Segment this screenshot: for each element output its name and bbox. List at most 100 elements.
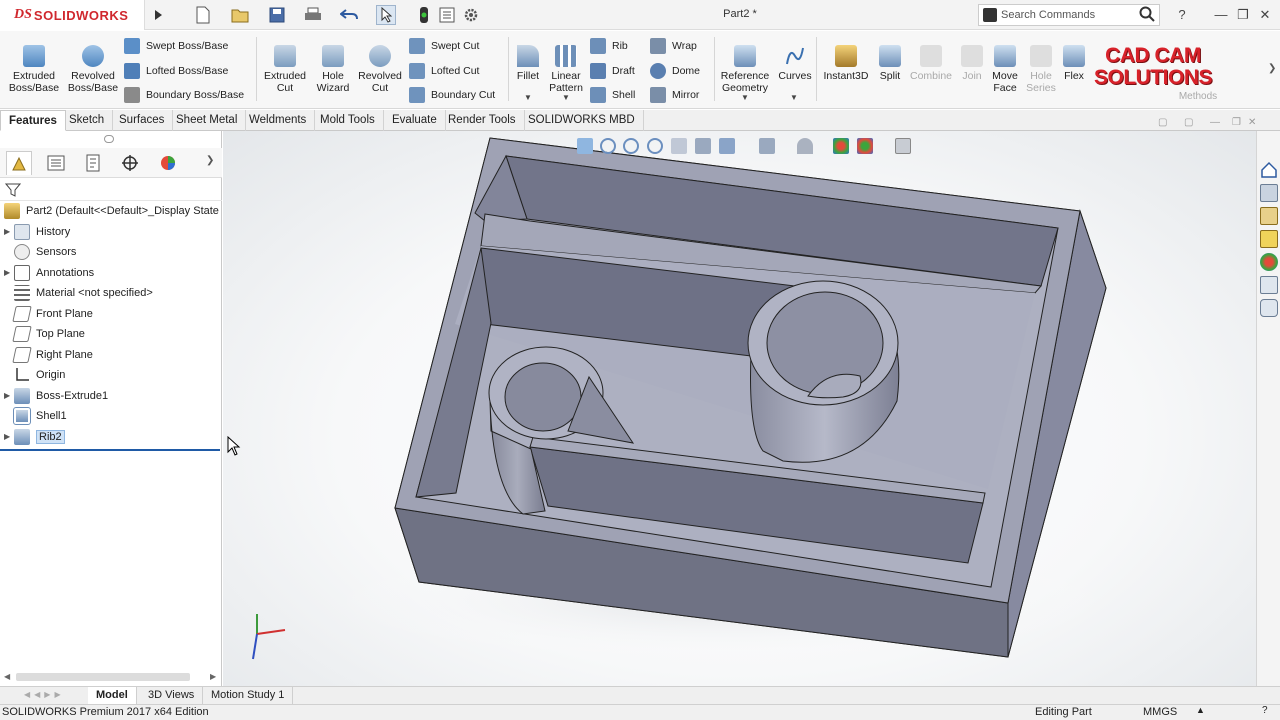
save-icon[interactable]: [267, 5, 287, 25]
combine-button[interactable]: Combine: [906, 45, 956, 82]
previous-view-icon[interactable]: [647, 138, 663, 154]
revolved-cut-button[interactable]: Revolved Cut: [356, 45, 404, 94]
tab-solidworks-mbd[interactable]: SOLIDWORKS MBD: [520, 110, 644, 131]
zoom-to-fit-icon[interactable]: [577, 138, 593, 154]
ribbon-scroll-icon[interactable]: ❯: [1268, 63, 1276, 74]
swept-cut-button[interactable]: Swept Cut: [409, 36, 479, 56]
restore-button[interactable]: ❐: [1234, 6, 1252, 24]
move-face-button[interactable]: Move Face: [988, 45, 1022, 94]
new-document-icon[interactable]: [193, 5, 213, 25]
hide-show-items-icon[interactable]: [797, 138, 813, 154]
split-view-icon[interactable]: ▢: [1184, 117, 1193, 128]
expand-arrow-icon[interactable]: ▶: [4, 432, 14, 441]
draft-button[interactable]: Draft: [590, 61, 635, 81]
boundary-cut-button[interactable]: Boundary Cut: [409, 85, 495, 105]
dimxpert-manager-tab-icon[interactable]: [117, 151, 143, 175]
scroll-right-icon[interactable]: ▶: [210, 672, 216, 681]
expand-arrow-icon[interactable]: ▶: [4, 391, 14, 400]
tree-item-front-plane[interactable]: Front Plane: [0, 304, 222, 325]
extruded-cut-button[interactable]: Extruded Cut: [260, 45, 310, 94]
boundary-boss-button[interactable]: Boundary Boss/Base: [124, 85, 244, 105]
tab-render-tools[interactable]: Render Tools: [440, 110, 525, 131]
undo-icon[interactable]: [339, 5, 359, 25]
edit-appearance-icon[interactable]: [833, 138, 849, 154]
tab-scroll-arrows-icon[interactable]: ◀◀▶▶: [24, 690, 84, 700]
view-palette-icon[interactable]: [1260, 230, 1278, 248]
rebuild-icon[interactable]: [414, 5, 434, 25]
search-input[interactable]: Search Commands: [1001, 9, 1139, 21]
view-settings-icon[interactable]: [895, 138, 911, 154]
shell-button[interactable]: Shell: [590, 85, 635, 105]
view-orientation-icon[interactable]: [719, 138, 735, 154]
reference-geometry-button[interactable]: Reference Geometry: [718, 45, 772, 94]
tree-root-part[interactable]: Part2 (Default<<Default>_Display State: [0, 201, 222, 222]
help-status-icon[interactable]: ?: [1262, 705, 1268, 716]
tab-model[interactable]: Model: [88, 687, 137, 704]
configuration-manager-tab-icon[interactable]: [80, 151, 106, 175]
appearances-icon[interactable]: [1260, 253, 1278, 271]
filter-icon[interactable]: [4, 182, 22, 201]
feature-manager-tab-icon[interactable]: [6, 151, 32, 175]
swept-boss-button[interactable]: Swept Boss/Base: [124, 36, 228, 56]
tree-item-annotations[interactable]: ▶ Annotations: [0, 263, 222, 284]
extruded-boss-button[interactable]: Extruded Boss/Base: [8, 45, 60, 94]
tree-item-shell1[interactable]: Shell1: [0, 406, 222, 427]
home-icon[interactable]: [1260, 161, 1278, 179]
tree-item-material[interactable]: Material <not specified>: [0, 283, 222, 304]
viewport-minimize-icon[interactable]: —: [1210, 117, 1220, 128]
lofted-boss-button[interactable]: Lofted Boss/Base: [124, 61, 228, 81]
minimize-button[interactable]: —: [1212, 6, 1230, 24]
mirror-button[interactable]: Mirror: [650, 85, 699, 105]
solidworks-logo[interactable]: DS SOLIDWORKS: [0, 0, 145, 30]
wrap-button[interactable]: Wrap: [650, 36, 697, 56]
panel-expand-icon[interactable]: ❯: [206, 155, 214, 166]
horizontal-scrollbar[interactable]: ◀ ▶: [0, 670, 222, 684]
panel-grip-icon[interactable]: [104, 135, 114, 143]
pattern-dropdown-icon[interactable]: ▼: [562, 93, 570, 102]
3d-part-model[interactable]: [223, 131, 1256, 686]
rib-button[interactable]: Rib: [590, 36, 628, 56]
tab-features[interactable]: Features: [0, 110, 66, 131]
rollback-bar[interactable]: [0, 449, 220, 451]
close-button[interactable]: ✕: [1256, 6, 1274, 24]
expand-arrow-icon[interactable]: ▶: [4, 268, 14, 277]
units-selector[interactable]: MMGS: [1143, 706, 1177, 718]
reference-dropdown-icon[interactable]: ▼: [741, 93, 749, 102]
tab-weldments[interactable]: Weldments: [241, 110, 316, 131]
apply-scene-icon[interactable]: [857, 138, 873, 154]
viewport-close-icon[interactable]: ✕: [1248, 117, 1256, 128]
tree-item-top-plane[interactable]: Top Plane: [0, 324, 222, 345]
curves-dropdown-icon[interactable]: ▼: [790, 93, 798, 102]
select-pointer-icon[interactable]: [376, 5, 396, 25]
file-explorer-icon[interactable]: [1260, 207, 1278, 225]
split-button[interactable]: Split: [874, 45, 906, 82]
hole-wizard-button[interactable]: Hole Wizard: [312, 45, 354, 94]
expand-menu-icon[interactable]: [148, 5, 168, 25]
tree-item-boss-extrude1[interactable]: ▶ Boss-Extrude1: [0, 386, 222, 407]
fillet-dropdown-icon[interactable]: ▼: [524, 93, 532, 102]
tab-evaluate[interactable]: Evaluate: [384, 110, 446, 131]
tab-mold-tools[interactable]: Mold Tools: [312, 110, 384, 131]
hole-series-button[interactable]: Hole Series: [1024, 45, 1058, 94]
tab-motion-study[interactable]: Motion Study 1: [203, 687, 294, 704]
tree-item-history[interactable]: ▶ History: [0, 222, 222, 243]
flex-button[interactable]: Flex: [1060, 45, 1088, 82]
display-style-icon[interactable]: [759, 138, 775, 154]
fillet-button[interactable]: Fillet: [512, 45, 544, 82]
forum-icon[interactable]: [1260, 299, 1278, 317]
options-gear-icon[interactable]: [461, 5, 481, 25]
expand-arrow-icon[interactable]: ▶: [4, 227, 14, 236]
curves-button[interactable]: Curves: [776, 45, 814, 82]
search-commands-box[interactable]: Search Commands: [978, 4, 1160, 26]
scroll-thumb[interactable]: [16, 673, 190, 681]
tree-item-sensors[interactable]: Sensors: [0, 242, 222, 263]
viewport-restore-icon[interactable]: ❐: [1232, 117, 1241, 128]
help-icon[interactable]: ?: [1173, 6, 1191, 24]
tab-sketch[interactable]: Sketch: [61, 110, 114, 131]
tab-3d-views[interactable]: 3D Views: [140, 687, 204, 704]
lofted-cut-button[interactable]: Lofted Cut: [409, 61, 479, 81]
tile-view-icon[interactable]: ▢: [1158, 117, 1167, 128]
design-library-icon[interactable]: [1260, 184, 1278, 202]
join-button[interactable]: Join: [958, 45, 986, 82]
display-manager-tab-icon[interactable]: [155, 151, 181, 175]
